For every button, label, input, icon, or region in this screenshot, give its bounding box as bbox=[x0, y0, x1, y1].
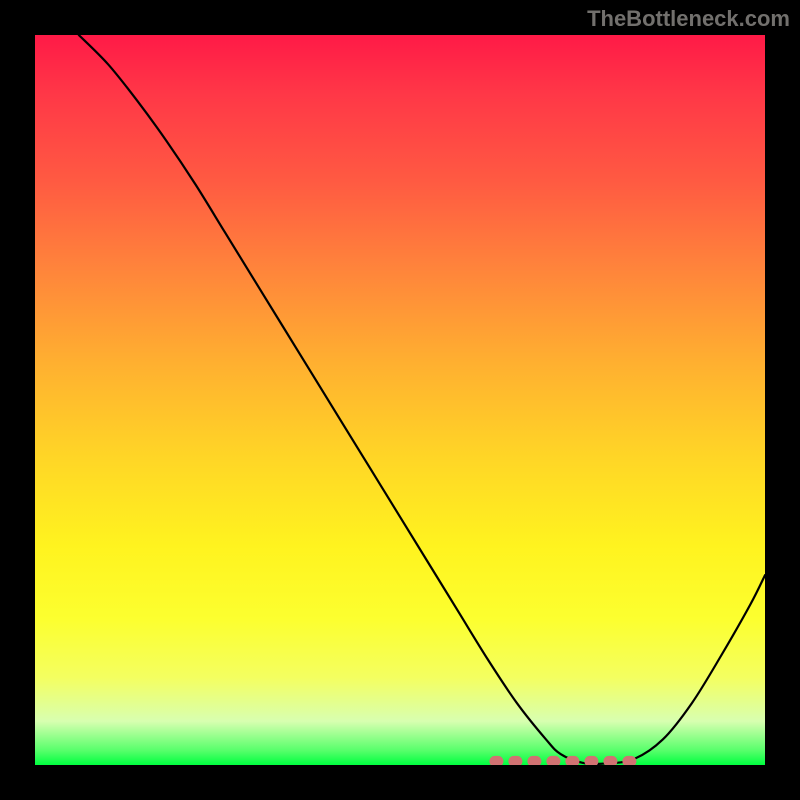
watermark-text: TheBottleneck.com bbox=[587, 6, 790, 32]
optimal-band bbox=[35, 35, 765, 765]
plot-area bbox=[35, 35, 765, 765]
